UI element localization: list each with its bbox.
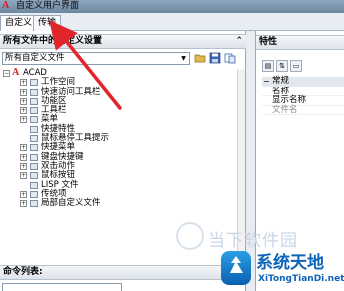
expand-toggle[interactable]: + [20,190,27,198]
expand-toggle[interactable]: + [20,172,27,180]
command-list-header: 命令列表: [0,265,246,280]
properties-header: 特性 [256,35,344,50]
watermark-site-title: 系统天地 [256,253,324,273]
watermark-shield-icon [221,251,251,285]
tree-node-icon [30,172,38,180]
chevron-down-icon: ▼ [181,55,186,62]
property-grid: − 常规 名称 显示名称 文件名 [262,76,344,115]
expand-toggle[interactable]: + [20,88,27,96]
collapse-toggle[interactable]: − [3,70,10,77]
open-file-icon[interactable] [194,52,206,64]
tree-node-icon [30,107,38,115]
expand-toggle[interactable]: + [20,97,27,105]
tree-node-icon [30,135,38,143]
tab-customize[interactable]: 自定义 [0,15,38,32]
property-pages-icon[interactable]: ▭ [290,60,302,72]
tree-item-label: 局部自定义文件 [41,198,101,209]
tree-item[interactable]: + 鼠标按钮 [3,170,163,180]
expand-toggle[interactable]: + [20,153,27,161]
expand-toggle[interactable]: + [20,200,27,208]
customization-file-select[interactable]: 所有自定义文件 ▼ [2,52,190,65]
customization-tree: − A ACAD + 工作空间 + 快速访问工具栏 + 功能区 + 工具栏 + 菜单 快捷特性 鼠标悬… [3,67,163,265]
tree-root[interactable]: − A ACAD [3,67,163,78]
save-icon[interactable] [209,52,221,64]
command-filter-input[interactable] [2,283,122,291]
command-list-title: 命令列表: [3,267,43,277]
collapse-icon[interactable]: − [263,77,270,87]
expand-toggle[interactable]: + [20,107,27,115]
expand-toggle[interactable]: + [20,79,27,87]
title-bar: A 自定义用户界面 [0,0,344,13]
tree-node-icon [30,200,38,208]
categorized-icon[interactable]: ▤ [262,60,274,72]
filter-row: 所有自定义文件 ▼ [2,52,244,66]
tree-item[interactable]: + 键盘快捷键 [3,152,163,162]
tree-node-icon [30,144,38,152]
customizations-panel-header: 所有文件中的自定义设置 ⌃ [0,34,246,49]
properties-toolbar: ▤ ⇅ ▭ [262,60,342,72]
tree-node-icon [30,162,38,170]
autocad-logo-icon: A [2,0,10,11]
watermark-site-url: XiTongTianDi.net [258,274,344,284]
tab-transfer[interactable]: 传输 [33,15,62,31]
customizations-panel-title: 所有文件中的自定义设置 [3,36,103,46]
tree-item[interactable]: + 工具栏 [3,105,163,115]
expand-toggle[interactable]: + [20,116,27,124]
properties-title: 特性 [259,37,278,47]
expand-toggle[interactable]: + [20,144,27,152]
tree-node-icon [30,88,38,96]
tree-item[interactable]: + 局部自定义文件 [3,198,163,209]
property-category[interactable]: − 常规 [262,76,344,87]
tree-item[interactable]: 鼠标悬停工具提示 [3,133,163,143]
tree-node-icon [30,97,38,105]
tree-node-icon [30,190,38,198]
customizations-panel: 所有文件中的自定义设置 ⌃ 所有自定义文件 ▼ − A ACAD + 工作空间 + 快… [0,31,246,291]
tree-node-icon [30,153,38,161]
property-category-label: 常规 [272,76,290,86]
property-file-name: 文件名 [262,105,344,115]
alphabetical-icon[interactable]: ⇅ [276,60,288,72]
watermark-logo-icon [176,222,204,250]
tree-item[interactable]: LISP 文件 [3,180,163,190]
tree-item[interactable]: + 快速访问工具栏 [3,87,163,97]
tree-item[interactable]: + 双击动作 [3,161,163,171]
tree-item[interactable]: + 功能区 [3,96,163,106]
tree-node-icon [30,116,38,124]
customization-file-select-value: 所有自定义文件 [5,53,65,63]
tab-strip: 自定义 传输 [0,13,344,32]
autocad-logo-icon: A [12,67,20,78]
tree-node-icon [30,181,38,189]
display-filters-icon[interactable] [224,52,236,64]
tree-node-icon [30,79,38,87]
tree-item[interactable]: + 菜单 [3,115,163,124]
expand-toggle[interactable]: + [20,162,27,170]
tree-node-icon [30,125,38,133]
window-title: 自定义用户界面 [16,1,80,11]
collapse-icon[interactable]: ⌃ [235,35,243,48]
